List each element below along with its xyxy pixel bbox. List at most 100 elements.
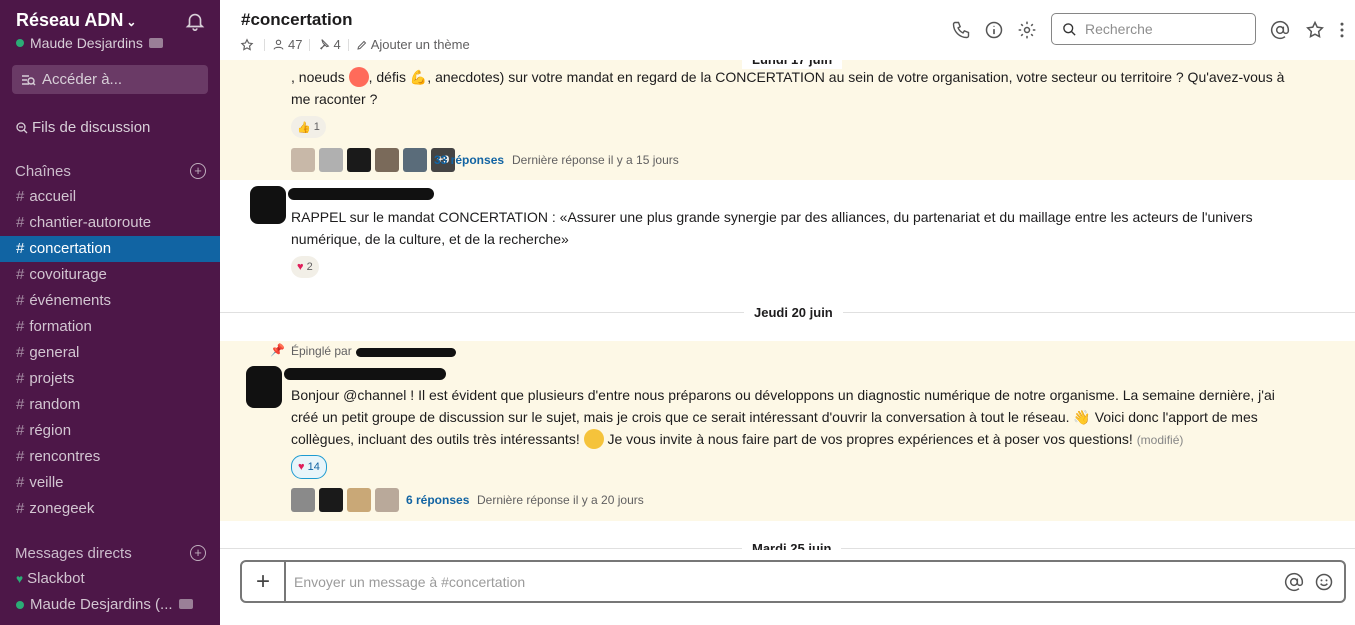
- reaction-count: 2: [306, 261, 313, 273]
- sidebar-item-zonegeek[interactable]: # zonegeek: [0, 496, 220, 522]
- channel-label: accueil: [29, 188, 77, 205]
- sidebar-item-random[interactable]: # random: [0, 392, 220, 418]
- dm-section-title[interactable]: Messages directs: [15, 545, 132, 562]
- threads-label: Fils de discussion: [32, 119, 151, 136]
- add-dm-icon[interactable]: +: [190, 545, 206, 561]
- bell-icon[interactable]: [184, 10, 206, 32]
- hash-icon: #: [16, 500, 25, 517]
- channel-label: projets: [29, 370, 75, 387]
- channel-label: rencontres: [29, 448, 101, 465]
- sidebar-item-general[interactable]: # general: [0, 340, 220, 366]
- hash-icon: #: [16, 344, 25, 361]
- hash-icon: #: [16, 292, 25, 309]
- channel-label: random: [29, 396, 81, 413]
- jump-to-button[interactable]: Accéder à...: [12, 65, 208, 94]
- message-2-line1: RAPPEL sur le mandat CONCERTATION : «Ass…: [291, 209, 1253, 225]
- star-icon[interactable]: [240, 37, 254, 52]
- member-count[interactable]: 47: [288, 37, 302, 52]
- dm-item-slackbot[interactable]: ♥ Slackbot: [0, 566, 220, 592]
- divider: [309, 38, 311, 51]
- mentions-icon[interactable]: [1270, 20, 1290, 40]
- hash-icon: #: [16, 214, 25, 231]
- attach-button[interactable]: +: [242, 562, 286, 601]
- channel-label: zonegeek: [29, 500, 95, 517]
- message-2-line2: numérique, de la culture, et de la reche…: [291, 231, 569, 247]
- presence-dot: [16, 39, 24, 47]
- redacted-sender: [284, 368, 446, 380]
- smile-emoji-icon: [583, 429, 604, 449]
- search-box[interactable]: [1051, 13, 1256, 45]
- channel-header: #concertation 47 4 Ajouter un thème: [220, 0, 1355, 60]
- search-input[interactable]: [1083, 20, 1247, 38]
- presence-dot: [16, 601, 24, 609]
- current-user-name: Maude Desjardins: [30, 35, 143, 51]
- sidebar-item-region[interactable]: # région: [0, 418, 220, 444]
- pin-count[interactable]: 4: [333, 37, 340, 52]
- date-divider-2[interactable]: Jeudi 20 juin: [744, 305, 843, 320]
- sidebar-item-covoiturage[interactable]: # covoiturage: [0, 262, 220, 288]
- message-2-text: RAPPEL sur le mandat CONCERTATION : «Ass…: [291, 206, 1253, 250]
- starred-icon[interactable]: [1305, 20, 1325, 40]
- message-3-line2b: Voici donc l'apport de mes: [1094, 409, 1258, 425]
- reaction-heart[interactable]: ♥ 2: [291, 256, 319, 278]
- sidebar-item-projets[interactable]: # projets: [0, 366, 220, 392]
- gear-icon[interactable]: [1017, 20, 1037, 40]
- message-1-line1b: , défis: [368, 69, 406, 85]
- message-1-text: , noeuds , défis 💪, anecdotes) sur votre…: [291, 66, 1284, 110]
- dm-label: Maude Desjardins (...: [30, 596, 173, 613]
- message-input[interactable]: [286, 572, 1284, 591]
- sidebar-item-chantier-autoroute[interactable]: # chantier-autoroute: [0, 210, 220, 236]
- status-icon: [178, 599, 193, 609]
- thread-replies-link-3[interactable]: 6 réponses: [406, 493, 469, 507]
- redacted-pinner: [356, 348, 456, 357]
- date-divider-3[interactable]: Mardi 25 juin: [742, 541, 842, 550]
- mention-icon[interactable]: [1284, 572, 1304, 592]
- sidebar-item-veille[interactable]: # veille: [0, 470, 220, 496]
- sidebar-item-accueil[interactable]: # accueil: [0, 184, 220, 210]
- avatar: [291, 488, 315, 512]
- threads-link[interactable]: Fils de discussion: [16, 119, 150, 136]
- sidebar-item-rencontres[interactable]: # rencontres: [0, 444, 220, 470]
- reaction-heart-active[interactable]: ♥ 14: [291, 455, 327, 479]
- emoji-icon[interactable]: [1314, 572, 1334, 592]
- message-list[interactable]: Lundi 17 juin , noeuds , défis 💪, anecdo…: [220, 60, 1355, 550]
- dm-label: Slackbot: [27, 570, 85, 587]
- more-icon[interactable]: [1337, 20, 1347, 40]
- sidebar-item-formation[interactable]: # formation: [0, 314, 220, 340]
- chevron-down-icon: ⌄: [126, 15, 137, 29]
- workspace-name: Réseau ADN: [16, 10, 124, 30]
- thread-replies-link-1[interactable]: 33 réponses: [434, 153, 504, 167]
- threads-icon: [16, 121, 28, 133]
- hash-icon: #: [16, 188, 25, 205]
- add-topic-link[interactable]: Ajouter un thème: [371, 37, 470, 52]
- divider: [264, 38, 265, 51]
- add-channel-icon[interactable]: +: [190, 163, 206, 179]
- thumbs-up-icon: 👍: [297, 121, 311, 134]
- member-icon: [273, 39, 284, 50]
- pinned-by-label: Épinglé par: [291, 344, 352, 358]
- hash-icon: #: [16, 318, 25, 335]
- phone-icon[interactable]: [951, 20, 971, 40]
- angry-emoji-icon: [348, 67, 369, 87]
- avatar: [347, 148, 371, 172]
- avatar: [246, 366, 282, 408]
- message-composer[interactable]: +: [240, 560, 1346, 603]
- redacted-sender: [288, 188, 434, 200]
- avatar: [375, 488, 399, 512]
- reaction-thumbs-up[interactable]: 👍 1: [291, 116, 326, 138]
- avatar: [347, 488, 371, 512]
- current-user[interactable]: Maude Desjardins: [16, 35, 163, 51]
- channel-title[interactable]: #concertation: [241, 10, 352, 30]
- status-icon: [148, 38, 163, 48]
- dm-item-self[interactable]: Maude Desjardins (...: [0, 592, 220, 618]
- jump-to-icon: [22, 74, 36, 85]
- pin-icon: [320, 39, 330, 50]
- message-3-line3: collègues, incluant des outils très inté…: [291, 431, 580, 447]
- sidebar-item-concertation[interactable]: # concertation: [0, 236, 220, 262]
- channels-section-title[interactable]: Chaînes: [15, 163, 71, 180]
- muscle-emoji-icon: 💪: [409, 69, 428, 85]
- workspace-menu[interactable]: Réseau ADN ⌄: [16, 10, 136, 31]
- info-icon[interactable]: [984, 20, 1004, 40]
- sidebar-item-evenements[interactable]: # événements: [0, 288, 220, 314]
- avatar: [375, 148, 399, 172]
